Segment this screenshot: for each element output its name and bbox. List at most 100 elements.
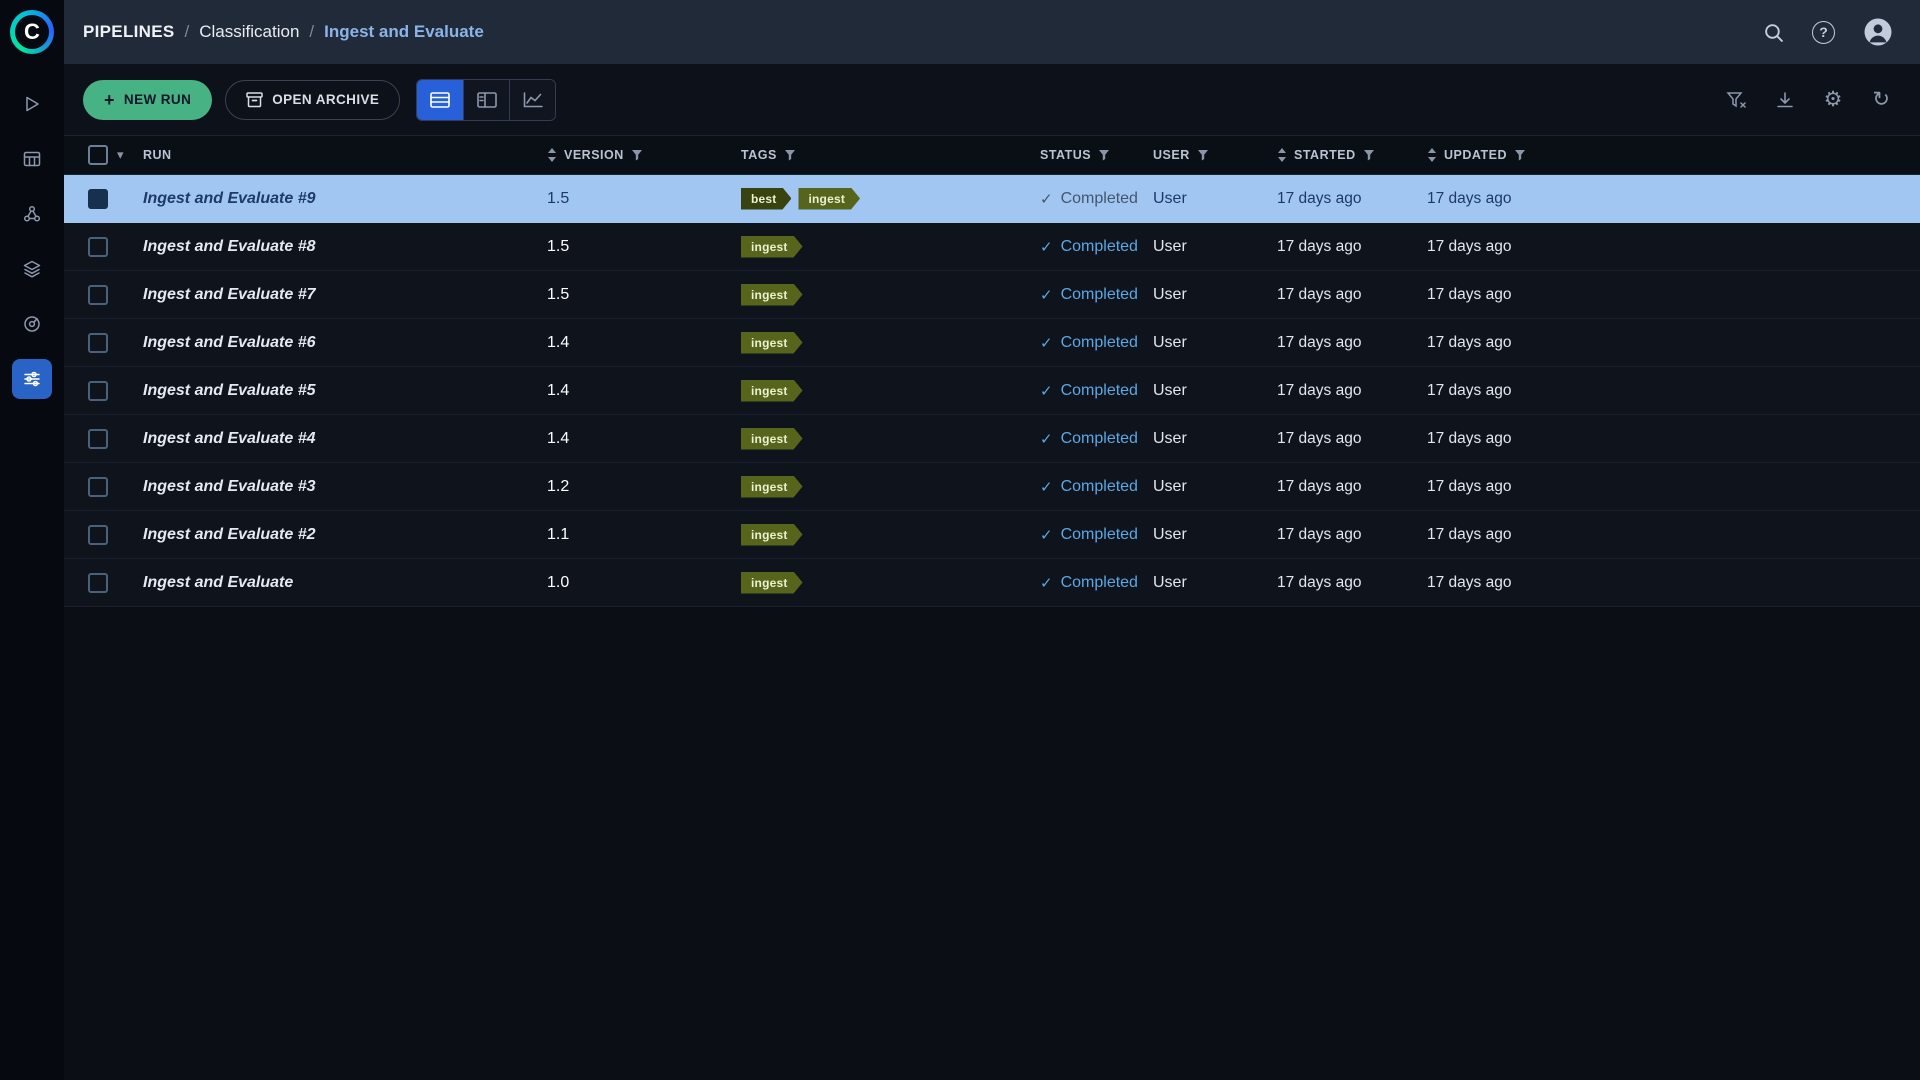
breadcrumb-current-page[interactable]: Ingest and Evaluate [324,22,484,42]
filter-icon[interactable] [1098,149,1110,161]
search-button[interactable] [1763,22,1784,43]
table-view-button[interactable] [417,80,463,120]
row-checkbox[interactable] [88,429,108,449]
datasets-icon [22,149,42,169]
sort-icon [1277,148,1287,162]
column-header-version[interactable]: VERSION [547,148,741,162]
filter-icon[interactable] [784,149,796,161]
column-header-user[interactable]: USER [1153,148,1277,162]
sidebar-item-projects[interactable] [12,84,52,124]
download-icon [1776,91,1794,109]
table-row[interactable]: Ingest and Evaluate #8 1.5 ingest ✓ Comp… [64,223,1920,271]
table-row[interactable]: Ingest and Evaluate #5 1.4 ingest ✓ Comp… [64,367,1920,415]
run-name[interactable]: Ingest and Evaluate #5 [143,382,316,399]
table-row[interactable]: Ingest and Evaluate #9 1.5 bestingest ✓ … [64,175,1920,223]
run-name[interactable]: Ingest and Evaluate #9 [143,190,316,207]
run-started: 17 days ago [1277,286,1361,303]
started-header-label: STARTED [1294,148,1356,162]
sidebar-item-hyper-datasets[interactable] [12,249,52,289]
run-name[interactable]: Ingest and Evaluate #8 [143,238,316,255]
run-tags: ingest [741,428,1040,450]
status-label: Completed [1061,334,1138,352]
chart-view-button[interactable] [509,80,555,120]
table-view-icon [430,92,450,108]
sidebar-item-orchestration[interactable] [12,194,52,234]
run-version: 1.4 [547,430,569,447]
select-menu-caret-icon[interactable]: ▾ [117,148,124,163]
clear-filters-icon [1726,91,1746,109]
breadcrumb-section[interactable]: PIPELINES [83,22,175,42]
settings-button[interactable]: ⚙ [1824,89,1843,110]
row-checkbox[interactable] [88,381,108,401]
sidebar-item-datasets[interactable] [12,139,52,179]
filter-icon[interactable] [1197,149,1209,161]
download-button[interactable] [1776,91,1794,109]
help-button[interactable]: ? [1812,21,1835,44]
table-body: Ingest and Evaluate #9 1.5 bestingest ✓ … [64,175,1920,607]
column-header-updated[interactable]: UPDATED [1427,148,1920,162]
row-checkbox[interactable] [88,525,108,545]
table-row[interactable]: Ingest and Evaluate #6 1.4 ingest ✓ Comp… [64,319,1920,367]
run-name[interactable]: Ingest and Evaluate #7 [143,286,316,303]
sidebar-item-models[interactable] [12,304,52,344]
filter-icon[interactable] [631,149,643,161]
run-user: User [1153,526,1187,543]
status-label: Completed [1061,430,1138,448]
run-tags: ingest [741,380,1040,402]
breadcrumb-project[interactable]: Classification [199,22,299,42]
column-header-status[interactable]: STATUS [1040,148,1153,162]
split-view-button[interactable] [463,80,509,120]
table-row[interactable]: Ingest and Evaluate #2 1.1 ingest ✓ Comp… [64,511,1920,559]
updated-header-label: UPDATED [1444,148,1507,162]
table-row[interactable]: Ingest and Evaluate #7 1.5 ingest ✓ Comp… [64,271,1920,319]
status-label: Completed [1061,382,1138,400]
row-checkbox[interactable] [88,573,108,593]
select-all-checkbox[interactable] [88,145,108,165]
left-sidebar: C [0,0,64,1080]
run-tags: ingest [741,284,1040,306]
user-header-label: USER [1153,148,1190,162]
row-checkbox[interactable] [88,189,108,209]
run-user: User [1153,286,1187,303]
run-name[interactable]: Ingest and Evaluate #3 [143,478,316,495]
filter-icon[interactable] [1514,149,1526,161]
run-status: ✓ Completed [1040,526,1153,544]
run-name[interactable]: Ingest and Evaluate #2 [143,526,316,543]
new-run-button[interactable]: + NEW RUN [83,80,212,120]
run-updated: 17 days ago [1427,286,1511,303]
run-started: 17 days ago [1277,238,1361,255]
row-checkbox[interactable] [88,237,108,257]
run-name[interactable]: Ingest and Evaluate [143,574,293,591]
column-header-run[interactable]: RUN [143,148,547,162]
run-version: 1.0 [547,574,569,591]
open-archive-button[interactable]: OPEN ARCHIVE [225,80,400,120]
sort-icon [1427,148,1437,162]
table-row[interactable]: Ingest and Evaluate 1.0 ingest ✓ Complet… [64,559,1920,607]
breadcrumb: PIPELINES / Classification / Ingest and … [83,22,484,42]
auto-refresh-button[interactable]: ↻ [1872,89,1890,110]
row-checkbox[interactable] [88,285,108,305]
run-tags: bestingest [741,188,1040,210]
topbar-icons: ? [1763,17,1893,47]
top-header-bar: PIPELINES / Classification / Ingest and … [64,0,1920,64]
column-header-tags[interactable]: TAGS [741,148,1040,162]
run-started: 17 days ago [1277,334,1361,351]
table-row[interactable]: Ingest and Evaluate #4 1.4 ingest ✓ Comp… [64,415,1920,463]
sidebar-item-pipelines[interactable] [12,359,52,399]
pipeline-toolbar: + NEW RUN OPEN ARCHIVE [64,64,1920,135]
run-name[interactable]: Ingest and Evaluate #6 [143,334,316,351]
column-header-started[interactable]: STARTED [1277,148,1427,162]
row-checkbox[interactable] [88,333,108,353]
app-logo[interactable]: C [0,0,64,64]
run-name[interactable]: Ingest and Evaluate #4 [143,430,316,447]
user-avatar-button[interactable] [1863,17,1893,47]
avatar-icon [1863,17,1893,47]
status-label: Completed [1061,190,1138,208]
row-checkbox[interactable] [88,477,108,497]
plus-icon: + [104,91,115,109]
tag-ingest: ingest [741,380,803,402]
table-row[interactable]: Ingest and Evaluate #3 1.2 ingest ✓ Comp… [64,463,1920,511]
filter-icon[interactable] [1363,149,1375,161]
status-check-icon: ✓ [1040,286,1053,304]
clear-filters-button[interactable] [1726,91,1746,109]
